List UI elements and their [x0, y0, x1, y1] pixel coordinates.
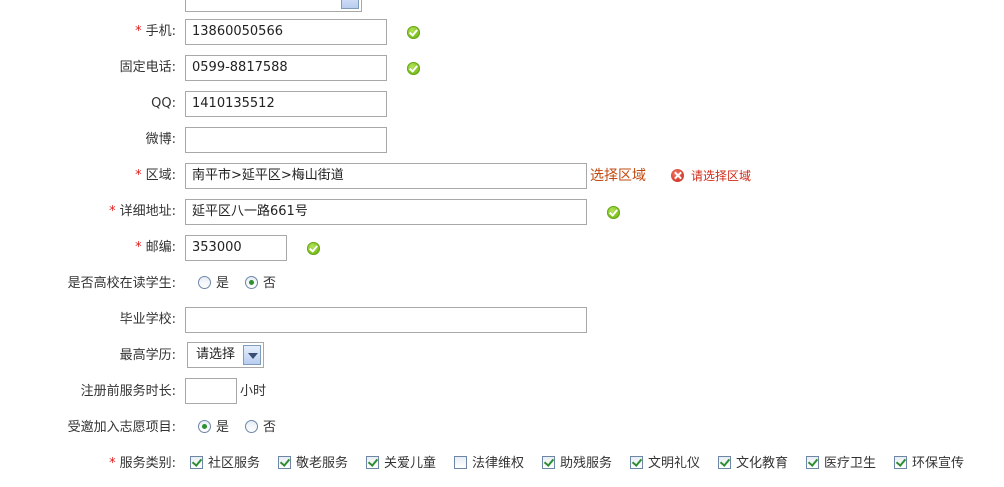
school-input[interactable] [185, 307, 587, 333]
student-yes-label: 是 [216, 276, 230, 291]
student-no-option[interactable]: 否 [245, 266, 276, 302]
qq-label: QQ: [151, 96, 176, 111]
education-selected-value: 请选择 [196, 347, 236, 362]
invited-no-label: 否 [263, 420, 277, 435]
service-type-item[interactable]: 敬老服务 [278, 446, 348, 482]
service-type-item[interactable]: 文明礼仪 [630, 446, 700, 482]
education-row: 最高学历: 请选择 [0, 338, 1004, 374]
service-types-row: * 服务类别: 社区服务 敬老服务 关爱儿童 法律维权 助残服务 文明礼仪 文化教… [0, 446, 1004, 482]
phone-row: 固定电话: 0599-8817588 [0, 50, 1004, 86]
valid-check-icon [407, 62, 420, 75]
phone-label: 固定电话: [119, 60, 176, 75]
qq-input[interactable]: 1410135512 [185, 91, 387, 117]
service-type-label: 法律维权 [472, 456, 525, 471]
invited-row: 受邀加入志愿项目: 是 否 [0, 410, 1004, 446]
checkbox-checked[interactable] [894, 456, 907, 469]
service-type-item[interactable]: 医疗卫生 [806, 446, 876, 482]
student-no-label: 否 [263, 276, 277, 291]
checkbox-checked[interactable] [278, 456, 291, 469]
required-mark: * [109, 204, 116, 219]
radio-button[interactable] [245, 420, 258, 433]
address-row: * 详细地址: 延平区八一路661号 [0, 194, 1004, 230]
invited-label: 受邀加入志愿项目: [67, 420, 176, 435]
service-type-item[interactable]: 助残服务 [542, 446, 612, 482]
checkbox-checked[interactable] [542, 456, 555, 469]
checkbox-checked[interactable] [366, 456, 379, 469]
valid-check-icon [607, 206, 620, 219]
service-type-label: 助残服务 [560, 456, 613, 471]
checkbox-checked[interactable] [718, 456, 731, 469]
required-mark: * [109, 456, 116, 471]
mobile-row: * 手机: 13860050566 [0, 14, 1004, 50]
invited-yes-label: 是 [216, 420, 230, 435]
weibo-label: 微博: [145, 132, 176, 147]
radio-button-selected[interactable] [198, 420, 211, 433]
service-type-label: 关爱儿童 [384, 456, 437, 471]
service-type-item[interactable]: 环保宣传 [894, 446, 964, 482]
service-types-label: 服务类别: [119, 456, 176, 471]
error-x-icon [671, 169, 684, 182]
valid-check-icon [307, 242, 320, 255]
service-type-label: 文明礼仪 [648, 456, 701, 471]
required-mark: * [135, 168, 142, 183]
service-type-item[interactable]: 文化教育 [718, 446, 788, 482]
service-hours-row: 注册前服务时长: 小时 [0, 374, 1004, 410]
education-select[interactable]: 请选择 [187, 342, 264, 368]
qq-row: QQ: 1410135512 [0, 86, 1004, 122]
hours-unit-label: 小时 [240, 384, 267, 399]
radio-button[interactable] [198, 276, 211, 289]
postcode-input[interactable]: 353000 [185, 235, 287, 261]
phone-input[interactable]: 0599-8817588 [185, 55, 387, 81]
school-label: 毕业学校: [119, 312, 176, 327]
service-type-label: 文化教育 [736, 456, 789, 471]
region-error-text: 请选择区域 [691, 169, 752, 183]
chevron-down-icon[interactable] [243, 345, 261, 365]
student-yes-option[interactable]: 是 [198, 266, 229, 302]
mobile-input[interactable]: 13860050566 [185, 19, 387, 45]
address-label: 详细地址: [119, 204, 176, 219]
weibo-row: 微博: [0, 122, 1004, 158]
student-row: 是否高校在读学生: 是 否 [0, 266, 1004, 302]
education-label: 最高学历: [119, 348, 176, 363]
checkbox-checked[interactable] [190, 456, 203, 469]
address-input[interactable]: 延平区八一路661号 [185, 199, 587, 225]
service-type-label: 敬老服务 [296, 456, 349, 471]
school-row: 毕业学校: [0, 302, 1004, 338]
service-type-item[interactable]: 法律维权 [454, 446, 524, 482]
mobile-label: 手机: [145, 24, 176, 39]
invited-yes-option[interactable]: 是 [198, 410, 229, 446]
service-type-label: 社区服务 [208, 456, 261, 471]
service-type-label: 环保宣传 [912, 456, 965, 471]
region-row: * 区域: 南平市>延平区>梅山街道 选择区域 请选择区域 [0, 158, 1004, 194]
region-input[interactable]: 南平市>延平区>梅山街道 [185, 163, 587, 189]
service-hours-label: 注册前服务时长: [80, 384, 176, 399]
student-label: 是否高校在读学生: [67, 276, 176, 291]
service-type-label: 医疗卫生 [824, 456, 877, 471]
postcode-label: 邮编: [145, 240, 176, 255]
valid-check-icon [407, 26, 420, 39]
checkbox-checked[interactable] [630, 456, 643, 469]
required-mark: * [135, 24, 142, 39]
invited-no-option[interactable]: 否 [245, 410, 276, 446]
checkbox-checked[interactable] [806, 456, 819, 469]
radio-button-selected[interactable] [245, 276, 258, 289]
postcode-row: * 邮编: 353000 [0, 230, 1004, 266]
service-hours-input[interactable] [185, 378, 237, 404]
choose-region-link[interactable]: 选择区域 [590, 158, 646, 194]
top-select[interactable] [185, 0, 362, 12]
region-label: 区域: [145, 168, 176, 183]
required-mark: * [135, 240, 142, 255]
weibo-input[interactable] [185, 127, 387, 153]
chevron-down-icon [341, 0, 359, 9]
service-type-item[interactable]: 关爱儿童 [366, 446, 436, 482]
service-type-item[interactable]: 社区服务 [190, 446, 260, 482]
checkbox[interactable] [454, 456, 467, 469]
